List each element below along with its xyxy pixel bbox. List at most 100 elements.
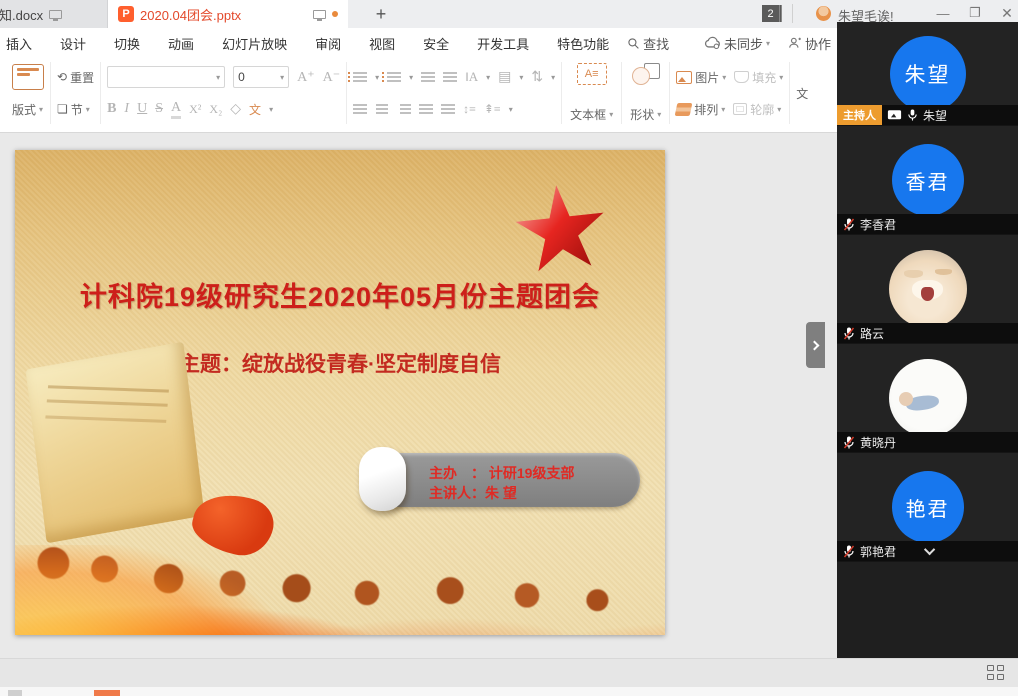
font-name-select[interactable]: ▾ <box>107 66 225 88</box>
menu-review[interactable]: 审阅 <box>301 34 355 53</box>
numbered-list-icon[interactable] <box>387 72 401 82</box>
menu-insert[interactable]: 插入 <box>0 34 46 53</box>
person-plus-icon <box>788 36 802 50</box>
mic-on-icon[interactable] <box>907 108 918 122</box>
participant-name: 路云 <box>860 325 884 342</box>
outline-button[interactable]: 轮廓▾ <box>733 101 781 118</box>
avatar: 艳君 <box>892 471 964 543</box>
distribute-icon[interactable] <box>441 104 455 114</box>
layout-button[interactable]: 版式▾ <box>12 101 43 118</box>
align-right-icon[interactable] <box>397 104 411 114</box>
shapes-button[interactable]: 形状▾ <box>628 62 663 124</box>
collapse-chevron-icon[interactable] <box>924 544 935 555</box>
subscript-button[interactable]: X₂ <box>209 102 222 117</box>
sidebar-expand-handle[interactable] <box>806 322 825 368</box>
taskbar-edge <box>0 687 1018 696</box>
align-center-icon[interactable] <box>375 104 389 114</box>
mic-muted-icon[interactable] <box>843 544 855 559</box>
participant-name: 郭艳君 <box>860 543 896 560</box>
menu-slideshow[interactable]: 幻灯片放映 <box>208 34 301 53</box>
bold-button[interactable]: B <box>107 101 116 117</box>
shrink-font-button[interactable]: A⁻ <box>323 69 341 86</box>
unsaved-dot-icon <box>332 11 338 17</box>
cutoff-group-label: 文 <box>796 85 808 102</box>
participant-tile[interactable]: 朱望 主持人 朱望 <box>837 22 1018 126</box>
italic-button[interactable]: I <box>124 101 129 117</box>
red-star-icon <box>510 180 611 281</box>
screen-share-icon[interactable] <box>887 109 902 121</box>
participant-tile[interactable]: 香君 李香君 <box>837 126 1018 235</box>
grow-font-button[interactable]: A⁺ <box>297 69 315 86</box>
new-tab-button[interactable]: + <box>368 2 394 26</box>
font-color-button[interactable]: A <box>171 100 181 119</box>
mic-muted-icon[interactable] <box>843 217 855 232</box>
picture-icon <box>676 71 692 84</box>
mic-muted-icon[interactable] <box>843 326 855 341</box>
slide-layout-icon[interactable] <box>12 64 44 90</box>
decrease-indent-icon[interactable] <box>421 72 435 82</box>
text-columns-icon[interactable]: ‖A <box>465 69 478 85</box>
speaker-line: 主讲人：朱 望 <box>429 483 517 503</box>
arrange-icon <box>675 103 693 116</box>
section-button[interactable]: ❏ 节▾ <box>57 101 90 118</box>
participant-name: 黄晓丹 <box>860 434 896 451</box>
participant-tile[interactable]: 路云 <box>837 235 1018 344</box>
document-tab-inactive[interactable]: 通知.docx <box>0 0 108 28</box>
tab-label: 通知.docx <box>0 5 43 24</box>
fill-icon <box>734 71 749 83</box>
menu-devtools[interactable]: 开发工具 <box>463 34 543 53</box>
chevron-right-icon <box>810 340 820 350</box>
document-tab-active[interactable]: P 2020.04团会.pptx <box>108 0 348 28</box>
menu-security[interactable]: 安全 <box>409 34 463 53</box>
font-size-select[interactable]: 0▾ <box>233 66 289 88</box>
menu-features[interactable]: 特色功能 <box>543 34 623 53</box>
fill-button[interactable]: 填充▾ <box>734 69 783 86</box>
slide-canvas[interactable]: 计科院19级研究生2020年05月份主题团会 主题：绽放战役青春·坚定制度自信 … <box>15 150 665 635</box>
outline-icon <box>733 103 747 115</box>
taskbar-hint-orange <box>94 690 120 696</box>
collaborate-button[interactable]: 协作 <box>788 34 831 53</box>
superscript-button[interactable]: X² <box>189 102 201 117</box>
mouse-capsule-graphic <box>359 447 406 511</box>
para-spacing-icon[interactable]: ⇞≡ <box>484 102 501 117</box>
participant-tile[interactable]: 黄晓丹 <box>837 344 1018 453</box>
menu-transition[interactable]: 切换 <box>100 34 154 53</box>
participant-tile[interactable]: 艳君 郭艳君 <box>837 453 1018 562</box>
text-direction-icon[interactable]: ⇅ <box>531 69 543 86</box>
slide-bottom-artwork <box>15 385 665 635</box>
line-spacing-icon[interactable]: ↕≡ <box>463 102 476 117</box>
user-avatar[interactable] <box>816 6 831 21</box>
menu-animation[interactable]: 动画 <box>154 34 208 53</box>
arrange-button[interactable]: 排列▾ <box>676 101 725 118</box>
lang-tool-button[interactable]: 文 <box>249 101 261 118</box>
organizer-banner[interactable]: 主办 ： 计研19级支部 主讲人：朱 望 <box>367 453 640 507</box>
sync-status-button[interactable]: 未同步 ▾ <box>704 34 770 53</box>
taskbar-hint-gray <box>8 690 22 696</box>
status-bar <box>0 658 1018 687</box>
avatar: 香君 <box>892 144 964 216</box>
participant-name: 朱望 <box>923 107 947 124</box>
host-badge: 主持人 <box>837 105 882 125</box>
find-button[interactable]: 查找 <box>627 34 669 53</box>
text-box-align-icon[interactable]: ▤ <box>498 69 511 86</box>
picture-button[interactable]: 图片▾ <box>676 69 726 86</box>
editing-canvas: 计科院19级研究生2020年05月份主题团会 主题：绽放战役青春·坚定制度自信 … <box>0 133 837 658</box>
window-count-badge[interactable]: 2 <box>762 5 782 22</box>
menu-view[interactable]: 视图 <box>355 34 409 53</box>
increase-indent-icon[interactable] <box>443 72 457 82</box>
clear-format-icon[interactable]: ◇ <box>230 101 241 118</box>
textbox-button[interactable]: A≡ 文本框▾ <box>568 62 615 124</box>
menu-design[interactable]: 设计 <box>46 34 100 53</box>
strikethrough-button[interactable]: S <box>155 101 163 117</box>
shapes-icon <box>632 63 660 85</box>
underline-button[interactable]: U <box>137 101 147 117</box>
slide-sorter-view-icon[interactable] <box>987 665 1004 680</box>
slide-title-text[interactable]: 计科院19级研究生2020年05月份主题团会 <box>15 275 665 314</box>
justify-icon[interactable] <box>419 104 433 114</box>
ribbon-toolbar: 版式▾ ⟲ 重置 ❏ 节▾ ▾ 0▾ A⁺ A⁻ B I U S A X² X₂… <box>0 58 837 133</box>
reset-button[interactable]: ⟲ 重置 <box>57 69 94 86</box>
organizer-line: 主办 ： 计研19级支部 <box>429 463 574 483</box>
bullet-list-icon[interactable] <box>353 72 367 82</box>
align-left-icon[interactable] <box>353 104 367 114</box>
mic-muted-icon[interactable] <box>843 435 855 450</box>
